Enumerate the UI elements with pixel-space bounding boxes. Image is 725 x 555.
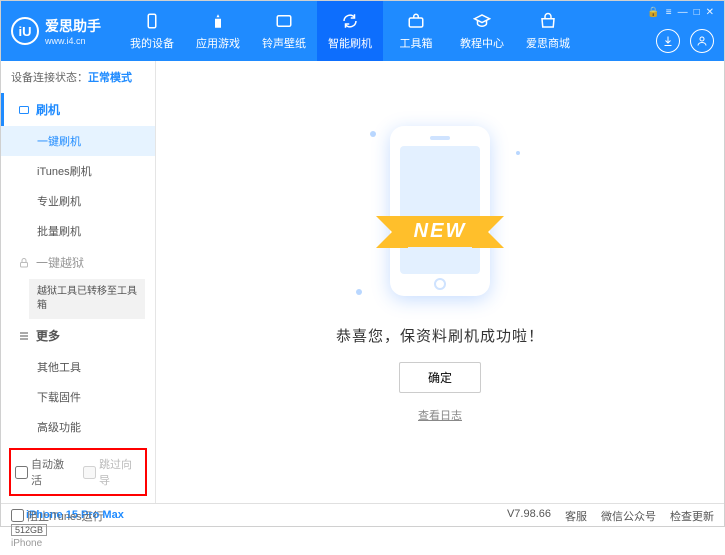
apps-icon (208, 11, 228, 31)
minimize-icon[interactable]: — (678, 7, 688, 18)
success-illustration: NEW (350, 121, 530, 301)
sidebar-head-label: 一键越狱 (36, 254, 84, 271)
nav-label: 我的设备 (130, 35, 174, 51)
nav-tutorial[interactable]: 教程中心 (449, 1, 515, 61)
nav-label: 应用游戏 (196, 35, 240, 51)
sidebar-item-pro[interactable]: 专业刷机 (1, 186, 155, 216)
app-name: 爱思助手 (45, 16, 101, 36)
toolbox-icon (406, 11, 426, 31)
nav-apps[interactable]: 应用游戏 (185, 1, 251, 61)
download-button[interactable] (656, 29, 680, 53)
version-label: V7.98.66 (507, 508, 551, 524)
menu-icon (18, 330, 30, 342)
user-button[interactable] (690, 29, 714, 53)
nav-label: 智能刷机 (328, 35, 372, 51)
lock-icon[interactable]: 🔒 (647, 7, 659, 18)
sidebar-head-label: 刷机 (36, 101, 60, 118)
sidebar-item-other[interactable]: 其他工具 (1, 352, 155, 382)
nav-toolbox[interactable]: 工具箱 (383, 1, 449, 61)
footer-link-update[interactable]: 检查更新 (670, 508, 714, 524)
sidebar-head-jailbreak: 一键越狱 (1, 246, 155, 279)
nav-store[interactable]: 爱思商城 (515, 1, 581, 61)
window-controls: 🔒 ≡ — □ ✕ (647, 7, 714, 18)
footer-link-wechat[interactable]: 微信公众号 (601, 508, 656, 524)
sidebar: 设备连接状态：正常模式 刷机 一键刷机 iTunes刷机 专业刷机 批量刷机 一… (1, 61, 156, 503)
checkbox-auto-activate[interactable]: 自动激活 (15, 456, 73, 488)
sidebar-head-more[interactable]: 更多 (1, 319, 155, 352)
logo-badge: iU (11, 17, 39, 45)
checkbox-block-itunes[interactable]: 阻止iTunes运行 (11, 508, 104, 524)
sidebar-item-oneclick[interactable]: 一键刷机 (1, 126, 155, 156)
sidebar-item-advanced[interactable]: 高级功能 (1, 412, 155, 442)
device-type: iPhone (11, 538, 145, 549)
footer-link-support[interactable]: 客服 (565, 508, 587, 524)
nav-label: 教程中心 (460, 35, 504, 51)
education-icon (472, 11, 492, 31)
maximize-icon[interactable]: □ (694, 7, 700, 18)
ok-button[interactable]: 确定 (399, 362, 481, 393)
app-header: iU 爱思助手 www.i4.cn 我的设备 应用游戏 铃声壁纸 智能刷机 工具… (1, 1, 724, 61)
device-storage: 512GB (11, 524, 47, 536)
sidebar-item-itunes[interactable]: iTunes刷机 (1, 156, 155, 186)
view-log-link[interactable]: 查看日志 (418, 407, 462, 423)
close-icon[interactable]: ✕ (706, 7, 714, 18)
nav-flash[interactable]: 智能刷机 (317, 1, 383, 61)
options-highlight: 自动激活 跳过向导 (9, 448, 147, 496)
nav-my-device[interactable]: 我的设备 (119, 1, 185, 61)
folder-icon (18, 104, 30, 116)
device-status: 设备连接状态：正常模式 (1, 61, 155, 93)
refresh-icon (340, 11, 360, 31)
nav-label: 工具箱 (400, 35, 433, 51)
image-icon (274, 11, 294, 31)
nav-label: 铃声壁纸 (262, 35, 306, 51)
nav-label: 爱思商城 (526, 35, 570, 51)
store-icon (538, 11, 558, 31)
sidebar-head-flash[interactable]: 刷机 (1, 93, 155, 126)
app-url: www.i4.cn (45, 36, 101, 46)
nav-ringtones[interactable]: 铃声壁纸 (251, 1, 317, 61)
sidebar-item-download[interactable]: 下载固件 (1, 382, 155, 412)
main-panel: NEW 恭喜您，保资料刷机成功啦！ 确定 查看日志 (156, 61, 724, 503)
top-nav: 我的设备 应用游戏 铃声壁纸 智能刷机 工具箱 教程中心 爱思商城 (119, 1, 581, 61)
new-ribbon: NEW (396, 216, 485, 247)
sidebar-head-label: 更多 (36, 327, 60, 344)
logo: iU 爱思助手 www.i4.cn (11, 16, 101, 46)
sidebar-jailbreak-notice: 越狱工具已转移至工具箱 (29, 279, 145, 319)
device-icon (142, 11, 162, 31)
sidebar-item-batch[interactable]: 批量刷机 (1, 216, 155, 246)
lock-icon (18, 257, 30, 269)
menu-icon[interactable]: ≡ (666, 7, 672, 18)
checkbox-skip-wizard[interactable]: 跳过向导 (83, 456, 141, 488)
success-message: 恭喜您，保资料刷机成功啦！ (336, 325, 544, 346)
